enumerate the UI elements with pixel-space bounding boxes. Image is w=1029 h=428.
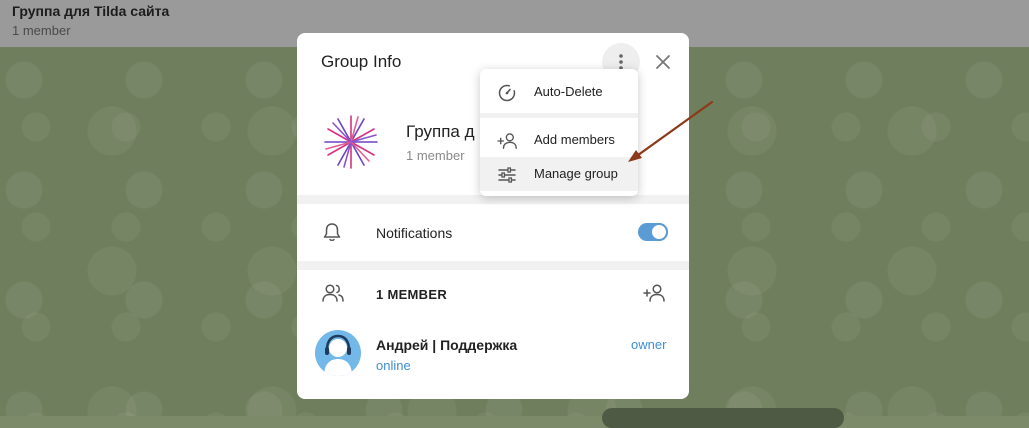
- annotation-arrow-icon: [628, 100, 714, 162]
